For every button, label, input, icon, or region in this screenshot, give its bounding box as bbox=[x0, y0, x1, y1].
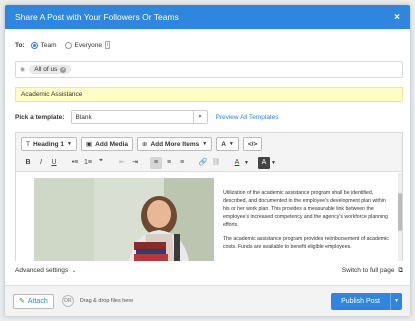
underline-icon[interactable]: U bbox=[48, 157, 60, 169]
add-media-label: Add Media bbox=[95, 140, 129, 148]
bold-icon[interactable]: B bbox=[22, 157, 34, 169]
chevron-down-icon: ▼ bbox=[228, 141, 234, 147]
external-link-icon: ⧉ bbox=[398, 267, 403, 274]
unlink-icon[interactable]: ⛓ bbox=[210, 157, 222, 169]
outdent-icon[interactable]: ⇤ bbox=[116, 157, 128, 169]
font-style-button[interactable]: A ▼ bbox=[216, 137, 239, 151]
template-selected-value: Blank bbox=[75, 113, 92, 121]
heading-dropdown[interactable]: T Heading 1 ▼ bbox=[21, 137, 77, 151]
chevron-down-icon: ▼ bbox=[202, 141, 208, 147]
share-post-modal: Share A Post with Your Followers Or Team… bbox=[5, 5, 410, 316]
chevron-down-icon[interactable]: ▼ bbox=[244, 160, 249, 166]
recipient-row: To: Team Everyone i bbox=[15, 41, 118, 49]
full-page-label: Switch to full page bbox=[341, 267, 395, 274]
template-row: Pick a template: Blank ▼ Preview All Tem… bbox=[15, 110, 279, 124]
radio-unselected-icon[interactable] bbox=[64, 41, 72, 49]
close-icon[interactable]: × bbox=[394, 12, 400, 23]
chevron-down-icon[interactable]: ▼ bbox=[192, 111, 207, 123]
align-right-icon[interactable]: ≡ bbox=[176, 157, 188, 169]
radio-everyone-label: Everyone bbox=[74, 41, 102, 49]
student-photo-icon bbox=[34, 178, 214, 261]
radio-team-label: Team bbox=[40, 41, 57, 49]
drop-zone-label[interactable]: Drag & drop files here bbox=[80, 298, 331, 304]
image-icon: ▣ bbox=[86, 141, 93, 148]
plus-icon: ⊕ bbox=[142, 141, 148, 148]
remove-tag-icon[interactable]: × bbox=[60, 66, 67, 73]
audience-tag: All of us × bbox=[29, 65, 72, 74]
highlight-color-icon[interactable]: A bbox=[257, 157, 270, 169]
audience-tag-label: All of us bbox=[34, 66, 58, 73]
quote-icon[interactable]: ❞ bbox=[95, 157, 107, 169]
audience-input[interactable]: ◉ All of us × bbox=[15, 61, 403, 78]
numbered-list-icon[interactable]: 1≡ bbox=[82, 157, 94, 169]
paragraph-2: The academic assistance program provides… bbox=[223, 236, 389, 250]
chevron-down-icon[interactable]: ▼ bbox=[390, 292, 402, 310]
code-view-button[interactable]: </> bbox=[242, 137, 263, 151]
publish-button-group: Publish Post ▼ bbox=[331, 292, 402, 310]
chevron-down-icon: ▼ bbox=[67, 141, 72, 147]
modal-header: Share A Post with Your Followers Or Team… bbox=[5, 5, 410, 29]
advanced-settings-label: Advanced settings bbox=[15, 267, 69, 274]
radio-team[interactable]: Team bbox=[30, 41, 57, 49]
paragraph-1: Utilization of the academic assistance p… bbox=[223, 190, 388, 228]
align-left-icon[interactable]: ≡ bbox=[150, 157, 162, 169]
text-icon: T bbox=[26, 140, 30, 148]
advanced-settings-toggle[interactable]: Advanced settings ⌄ bbox=[15, 267, 76, 275]
info-icon[interactable]: i bbox=[105, 41, 111, 49]
settings-row: Advanced settings ⌄ Switch to full page … bbox=[15, 267, 403, 275]
publish-button[interactable]: Publish Post bbox=[331, 298, 390, 305]
align-center-icon[interactable]: ≡ bbox=[163, 157, 175, 169]
attach-button[interactable]: ✎ Attach bbox=[13, 293, 54, 309]
or-divider: OR bbox=[61, 295, 74, 307]
radio-selected-icon[interactable] bbox=[30, 41, 38, 49]
content-text[interactable]: Utilization of the academic assistance p… bbox=[223, 189, 393, 257]
scrollbar-thumb[interactable] bbox=[398, 193, 402, 231]
editor-content[interactable]: Utilization of the academic assistance p… bbox=[16, 173, 402, 261]
subject-field[interactable]: Academic Assistance bbox=[15, 87, 403, 102]
chevron-down-icon[interactable]: ▼ bbox=[271, 160, 276, 166]
editor-toolbar-primary: T Heading 1 ▼ ▣ Add Media ⊕ Add More Ite… bbox=[16, 133, 402, 155]
chevron-down-icon: ⌄ bbox=[71, 268, 77, 274]
italic-icon[interactable]: I bbox=[35, 157, 47, 169]
preview-templates-link[interactable]: Preview All Templates bbox=[216, 114, 279, 121]
editor-toolbar-format: B I U •≡ 1≡ ❞ ⇤ ⇥ ≡ ≡ ≡ 🔗 ⛓ A ▼ A ▼ bbox=[16, 155, 402, 172]
modal-footer: ✎ Attach OR Drag & drop files here Publi… bbox=[5, 285, 410, 316]
to-label: To: bbox=[15, 41, 25, 49]
heading-label: Heading 1 bbox=[32, 140, 65, 148]
eye-icon: ◉ bbox=[20, 67, 26, 73]
indent-icon[interactable]: ⇥ bbox=[129, 157, 141, 169]
radio-everyone[interactable]: Everyone i bbox=[64, 41, 111, 49]
add-more-items-button[interactable]: ⊕ Add More Items ▼ bbox=[137, 137, 213, 151]
bullet-list-icon[interactable]: •≡ bbox=[69, 157, 81, 169]
template-select[interactable]: Blank ▼ bbox=[70, 110, 208, 124]
template-label: Pick a template: bbox=[15, 113, 65, 121]
content-image[interactable] bbox=[34, 178, 214, 261]
add-media-button[interactable]: ▣ Add Media bbox=[81, 137, 134, 151]
modal-title: Share A Post with Your Followers Or Team… bbox=[15, 12, 179, 22]
rich-text-editor: T Heading 1 ▼ ▣ Add Media ⊕ Add More Ite… bbox=[15, 132, 403, 261]
text-color-icon[interactable]: A bbox=[231, 157, 243, 169]
full-page-link[interactable]: Switch to full page ⧉ bbox=[342, 267, 403, 275]
add-more-label: Add More Items bbox=[150, 140, 200, 148]
font-style-label: A bbox=[221, 140, 226, 148]
attach-label: Attach bbox=[27, 297, 48, 305]
editor-scrollbar[interactable] bbox=[398, 173, 402, 261]
paperclip-icon: ✎ bbox=[19, 298, 25, 305]
link-icon[interactable]: 🔗 bbox=[197, 157, 209, 169]
